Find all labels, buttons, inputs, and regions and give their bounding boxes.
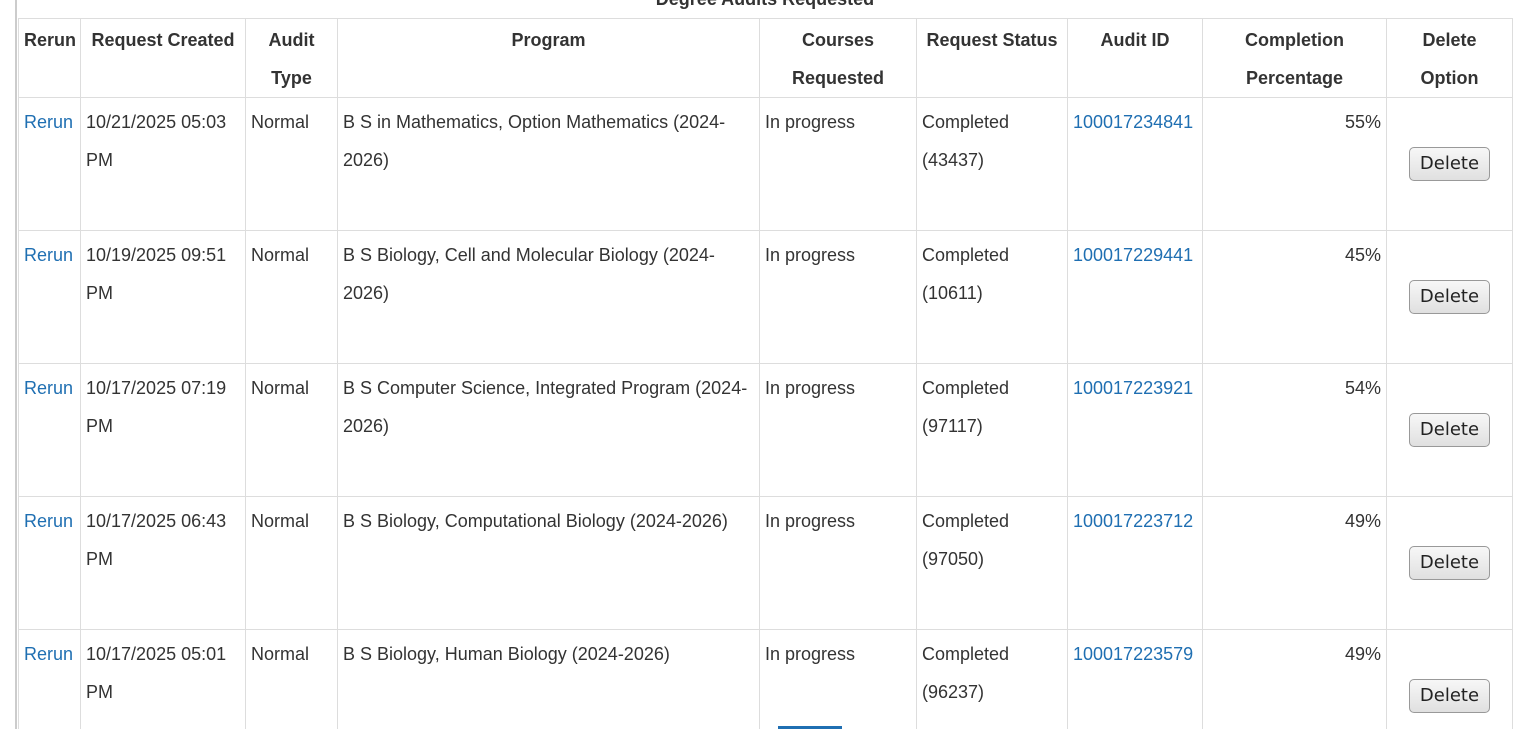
audit-type-cell: Normal — [245, 230, 338, 364]
delete-button[interactable]: Delete — [1408, 679, 1491, 713]
header-audit-type: Audit Type — [245, 18, 338, 98]
request-created-cell: 10/17/2025 05:01 PM — [80, 629, 246, 729]
pager-text-fragment — [716, 722, 746, 729]
table-body: Rerun 10/21/2025 05:03 PM Normal B S in … — [18, 97, 1513, 729]
header-audit-id: Audit ID — [1067, 18, 1203, 98]
audit-type-cell: Normal — [245, 97, 338, 231]
audit-id-link[interactable]: 100017223712 — [1073, 511, 1193, 531]
table-header: Rerun Request Created Audit Type Program… — [18, 18, 1513, 98]
request-status-cell: Completed (43437) — [916, 97, 1068, 231]
delete-button[interactable]: Delete — [1408, 413, 1491, 447]
audit-id-link[interactable]: 100017229441 — [1073, 245, 1193, 265]
completion-percentage-cell: 54% — [1202, 363, 1387, 497]
rerun-link[interactable]: Rerun — [24, 245, 73, 265]
header-courses-requested: Courses Requested — [759, 18, 917, 98]
request-status-cell: Completed (10611) — [916, 230, 1068, 364]
header-completion-percentage: Completion Percentage — [1202, 18, 1387, 98]
request-created-cell: 10/21/2025 05:03 PM — [80, 97, 246, 231]
delete-button[interactable]: Delete — [1408, 147, 1491, 181]
completion-percentage-cell: 49% — [1202, 496, 1387, 630]
table-row: Rerun 10/21/2025 05:03 PM Normal B S in … — [18, 97, 1513, 231]
rerun-link[interactable]: Rerun — [24, 112, 73, 132]
request-status-cell: Completed (97117) — [916, 363, 1068, 497]
degree-audits-page: Degree Audits Requested Rerun Request Cr… — [0, 0, 1534, 729]
degree-audits-table: Rerun Request Created Audit Type Program… — [18, 18, 1513, 729]
courses-requested-cell: In progress — [759, 97, 917, 231]
completion-percentage-cell: 45% — [1202, 230, 1387, 364]
header-request-status: Request Status — [916, 18, 1068, 98]
program-cell: B S Biology, Computational Biology (2024… — [337, 496, 760, 630]
completion-percentage-cell: 55% — [1202, 97, 1387, 231]
audit-id-link[interactable]: 100017223579 — [1073, 644, 1193, 664]
rerun-link[interactable]: Rerun — [24, 511, 73, 531]
audit-id-link[interactable]: 100017223921 — [1073, 378, 1193, 398]
courses-requested-cell: In progress — [759, 363, 917, 497]
delete-button[interactable]: Delete — [1408, 280, 1491, 314]
audit-type-cell: Normal — [245, 629, 338, 729]
request-created-cell: 10/17/2025 07:19 PM — [80, 363, 246, 497]
audit-type-cell: Normal — [245, 496, 338, 630]
table-row: Rerun 10/17/2025 05:01 PM Normal B S Bio… — [18, 629, 1513, 729]
rerun-link[interactable]: Rerun — [24, 644, 73, 664]
request-status-cell: Completed (97050) — [916, 496, 1068, 630]
table-row: Rerun 10/17/2025 06:43 PM Normal B S Bio… — [18, 496, 1513, 630]
program-cell: B S Biology, Cell and Molecular Biology … — [337, 230, 760, 364]
request-status-cell: Completed (96237) — [916, 629, 1068, 729]
header-request-created: Request Created — [80, 18, 246, 98]
audit-id-link[interactable]: 100017234841 — [1073, 112, 1193, 132]
completion-percentage-cell: 49% — [1202, 629, 1387, 729]
rerun-link[interactable]: Rerun — [24, 378, 73, 398]
request-created-cell: 10/17/2025 06:43 PM — [80, 496, 246, 630]
courses-requested-cell: In progress — [759, 496, 917, 630]
header-rerun: Rerun — [18, 18, 81, 98]
delete-button[interactable]: Delete — [1408, 546, 1491, 580]
program-cell: B S Computer Science, Integrated Program… — [337, 363, 760, 497]
header-row: Rerun Request Created Audit Type Program… — [18, 18, 1513, 98]
left-border — [15, 0, 17, 729]
program-cell: B S in Mathematics, Option Mathematics (… — [337, 97, 760, 231]
header-delete-option: Delete Option — [1386, 18, 1513, 98]
request-created-cell: 10/19/2025 09:51 PM — [80, 230, 246, 364]
table-row: Rerun 10/19/2025 09:51 PM Normal B S Bio… — [18, 230, 1513, 364]
courses-requested-cell: In progress — [759, 629, 917, 729]
program-cell: B S Biology, Human Biology (2024-2026) — [337, 629, 760, 729]
audit-type-cell: Normal — [245, 363, 338, 497]
table-row: Rerun 10/17/2025 07:19 PM Normal B S Com… — [18, 363, 1513, 497]
header-program: Program — [337, 18, 760, 98]
courses-requested-cell: In progress — [759, 230, 917, 364]
table-caption: Degree Audits Requested — [18, 0, 1512, 10]
